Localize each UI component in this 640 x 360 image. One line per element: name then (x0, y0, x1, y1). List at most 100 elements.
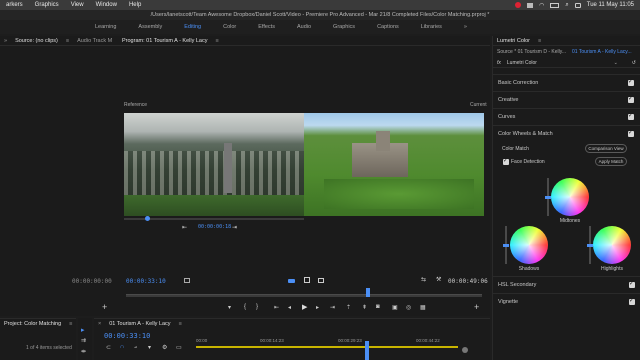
tab-audio-track-mixer[interactable]: Audio Track M (73, 38, 116, 44)
fit-dropdown-icon[interactable] (184, 278, 190, 283)
captions-icon[interactable]: ▭ (176, 344, 182, 351)
wrench-icon[interactable]: ⚒ (436, 276, 441, 283)
tab-source[interactable]: Source: (no clips) (11, 38, 62, 44)
section-curves[interactable]: Curves (493, 108, 640, 125)
workspace-learning[interactable]: Learning (84, 24, 127, 30)
status-icon-red[interactable] (515, 2, 522, 8)
nest-icon[interactable]: ⟓ (134, 344, 137, 351)
section-hsl-secondary[interactable]: HSL Secondary (493, 276, 640, 293)
tab-timeline-menu[interactable]: ≡ (175, 321, 186, 327)
multicam-icon[interactable]: ▦ (420, 304, 426, 311)
mark-out-icon[interactable]: } (256, 304, 258, 310)
current-frame[interactable] (304, 113, 484, 216)
workspace-graphics[interactable]: Graphics (322, 24, 366, 30)
swap-icon[interactable]: ⇆ (421, 276, 426, 283)
status-icon-search[interactable]: ⌕ (565, 2, 568, 9)
step-back-icon[interactable]: ◂ (288, 304, 291, 311)
lift-icon[interactable]: ⇡ (346, 304, 351, 311)
tab-project-menu[interactable]: ≡ (65, 321, 76, 327)
workspace-audio[interactable]: Audio (286, 24, 322, 30)
reset-effect-icon[interactable]: ↺ (632, 60, 636, 66)
tab-program-menu[interactable]: ≡ (212, 38, 223, 44)
menu-item-graphics[interactable]: Graphics (29, 2, 65, 8)
extract-icon[interactable]: ⇞ (362, 304, 367, 311)
menu-item-view[interactable]: View (65, 2, 90, 8)
go-to-out-icon[interactable]: ⇥ (330, 304, 335, 311)
step-forward-icon[interactable]: ▸ (316, 304, 319, 311)
midtones-wheel[interactable] (551, 178, 589, 216)
tab-source-menu[interactable]: ≡ (62, 38, 73, 44)
basic-correction-checkbox[interactable] (628, 78, 634, 86)
section-vignette[interactable]: Vignette (493, 293, 640, 310)
reference-prev-icon[interactable]: ⇤ (182, 224, 187, 231)
panel-overflow[interactable]: » (0, 38, 11, 44)
workspace-libraries[interactable]: Libraries (410, 24, 453, 30)
workspace-assembly[interactable]: Assembly (127, 24, 173, 30)
program-scrub-track[interactable] (126, 294, 482, 297)
program-playhead[interactable] (366, 288, 370, 297)
hsl-secondary-checkbox[interactable] (629, 280, 635, 288)
section-creative[interactable]: Creative (493, 91, 640, 108)
tab-timeline[interactable]: 01 Tourism A - Kelly Lacy (105, 321, 174, 327)
apply-match-button[interactable]: Apply Match (595, 157, 627, 166)
workspace-editing[interactable]: Editing (173, 24, 212, 30)
reference-timecode[interactable]: 00:00:00:18 (198, 224, 231, 230)
reference-frame[interactable] (124, 113, 304, 216)
vignette-checkbox[interactable] (629, 297, 635, 305)
sequence-clip-tab[interactable]: 01 Tourism A - Kelly Lacy... (572, 49, 632, 55)
timeline-timecode[interactable]: 00:00:33:10 (104, 332, 150, 340)
comparison-toggle-icon[interactable] (288, 279, 295, 283)
status-icon-dropbox[interactable] (527, 2, 534, 8)
timeline-settings-icon[interactable]: ⚙ (162, 344, 167, 351)
export-frame-icon[interactable]: ◙ (376, 304, 380, 310)
linked-selection-icon[interactable]: ∩ (120, 344, 124, 350)
track-select-tool-icon[interactable]: ⇉ (81, 337, 86, 344)
effect-name-dropdown[interactable]: Lumetri Color (507, 60, 537, 66)
workspace-captions[interactable]: Captions (366, 24, 410, 30)
go-to-in-icon[interactable]: ⇤ (274, 304, 279, 311)
program-timecode[interactable]: 00:00:33:10 (126, 278, 166, 285)
status-icon-wifi[interactable]: ◠ (539, 2, 544, 9)
tab-timeline-close[interactable]: × (94, 321, 105, 327)
mark-in-icon[interactable]: { (244, 304, 246, 310)
tab-lumetri-color[interactable]: Lumetri Color (493, 38, 534, 44)
highlights-wheel[interactable] (593, 226, 631, 264)
play-icon[interactable]: ▶ (302, 303, 307, 311)
reference-next-icon[interactable]: ⇥ (232, 224, 237, 231)
menu-item-window[interactable]: Window (90, 2, 123, 8)
comparison-view-button[interactable]: Comparison View (585, 144, 627, 153)
section-color-wheels-match[interactable]: Color Wheels & Match (493, 125, 640, 142)
midtones-slider[interactable] (545, 178, 551, 216)
effect-dropdown-chevron-icon[interactable]: ⌄ (614, 60, 618, 66)
safe-margins-icon[interactable] (304, 277, 310, 283)
workspace-effects[interactable]: Effects (247, 24, 286, 30)
creative-checkbox[interactable] (628, 95, 634, 103)
shadows-wheel[interactable] (510, 226, 548, 264)
snap-icon[interactable]: ⊂ (106, 344, 111, 351)
highlights-slider[interactable] (587, 226, 593, 264)
shot-view-icon[interactable] (318, 278, 324, 283)
timeline-scroll-icon[interactable] (462, 347, 468, 353)
program-add-icon[interactable]: + (474, 302, 479, 312)
selection-tool-icon[interactable]: ▸ (81, 326, 85, 334)
vr-icon[interactable]: ◎ (406, 304, 411, 311)
face-detection-checkbox[interactable] (503, 157, 509, 165)
workspaces-overflow[interactable]: » (453, 24, 478, 30)
tab-program[interactable]: Program: 01 Tourism A - Kelly Lacy (118, 38, 212, 44)
color-wheels-checkbox[interactable] (628, 129, 634, 137)
source-add-icon[interactable]: + (102, 302, 107, 312)
menu-clock[interactable]: Tue 11 May 11:05 (587, 2, 634, 8)
ripple-tool-icon[interactable]: ⇹ (81, 348, 86, 355)
add-marker-timeline-icon[interactable]: ▾ (148, 344, 151, 351)
status-icon-control[interactable] (574, 2, 581, 8)
workspace-color[interactable]: Color (212, 24, 247, 30)
shadows-slider[interactable] (503, 226, 509, 264)
curves-checkbox[interactable] (628, 112, 634, 120)
menu-item-markers[interactable]: arkers (0, 2, 29, 8)
status-icon-battery[interactable] (550, 2, 560, 8)
tab-lumetri-menu[interactable]: ≡ (534, 38, 545, 44)
comparison-view-icon[interactable]: ▣ (392, 304, 398, 311)
master-clip-tab[interactable]: Source * 01 Tourism D - Kelly... (497, 49, 566, 55)
reference-scrub-handle[interactable] (145, 216, 150, 221)
section-basic-correction[interactable]: Basic Correction (493, 74, 640, 91)
